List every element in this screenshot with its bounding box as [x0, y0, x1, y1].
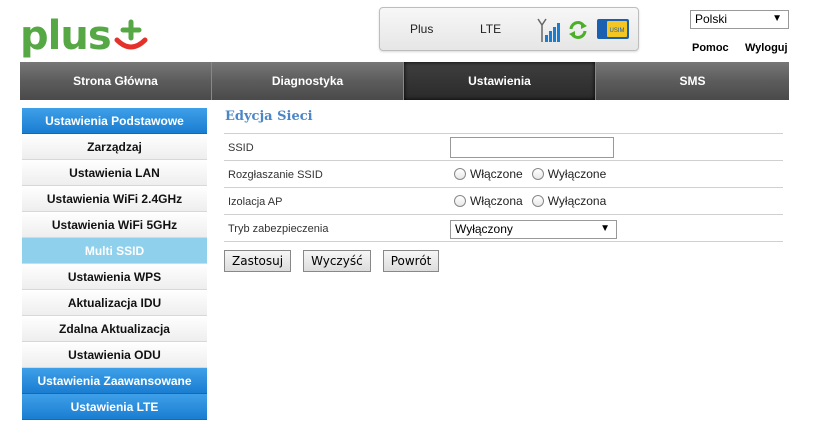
sidebar: Ustawienia Podstawowe Zarządzaj Ustawien… — [22, 108, 207, 420]
tab-diagnostics[interactable]: Diagnostyka — [212, 62, 404, 100]
chevron-down-icon: ▼ — [600, 223, 610, 234]
sidebar-item-odu[interactable]: Ustawienia ODU — [22, 342, 207, 368]
sidebar-item-multi-ssid[interactable]: Multi SSID — [22, 238, 207, 264]
isolation-on-label: Włączona — [470, 194, 523, 208]
network-type: LTE — [480, 22, 502, 36]
logout-link[interactable]: Wyloguj — [745, 42, 788, 54]
ssid-broadcast-options: Włączone Wyłączone — [454, 167, 615, 181]
language-selected: Polski — [695, 12, 728, 26]
sidebar-item-lte-settings[interactable]: Ustawienia LTE — [22, 394, 207, 420]
sidebar-item-remote-update[interactable]: Zdalna Aktualizacja — [22, 316, 207, 342]
back-button[interactable]: Powrót — [382, 250, 440, 272]
sidebar-item-wps[interactable]: Ustawienia WPS — [22, 264, 207, 290]
ssid-broadcast-row: Rozgłaszanie SSID Włączone Wyłączone — [224, 161, 783, 188]
sidebar-item-wifi-5[interactable]: Ustawienia WiFi 5GHz — [22, 212, 207, 238]
network-edit-panel: Edycja Sieci SSID Rozgłaszanie SSID Włąc… — [224, 108, 783, 272]
broadcast-off-radio[interactable] — [531, 168, 544, 180]
refresh-icon[interactable] — [567, 19, 589, 41]
page-title: Edycja Sieci — [224, 108, 783, 134]
sidebar-item-advanced-settings[interactable]: Ustawienia Zaawansowane — [22, 368, 207, 394]
ap-isolation-row: Izolacja AP Włączona Wyłączona — [224, 188, 783, 215]
sidebar-item-idu-update[interactable]: Aktualizacja IDU — [22, 290, 207, 316]
security-mode-select[interactable]: Wyłączony ▼ — [450, 220, 617, 239]
tab-sms[interactable]: SMS — [596, 62, 789, 100]
plus-logo: plus — [20, 8, 148, 56]
broadcast-off-label: Wyłączone — [547, 167, 607, 181]
ap-isolation-options: Włączona Wyłączona — [454, 194, 615, 208]
signal-icon — [535, 16, 563, 44]
tab-settings[interactable]: Ustawienia — [404, 62, 596, 100]
language-select[interactable]: Polski ▼ — [690, 10, 789, 29]
ssid-label: SSID — [228, 142, 254, 154]
sidebar-item-wifi-24[interactable]: Ustawienia WiFi 2.4GHz — [22, 186, 207, 212]
ssid-broadcast-label: Rozgłaszanie SSID — [228, 169, 323, 181]
form-buttons: Zastosuj Wyczyść Powrót — [224, 250, 451, 272]
operator-name: Plus — [410, 22, 434, 36]
broadcast-on-label: Włączone — [470, 167, 523, 181]
isolation-off-label: Wyłączona — [547, 194, 607, 208]
ssid-row: SSID — [224, 134, 783, 161]
isolation-on-radio[interactable] — [454, 195, 466, 207]
logo-text: plus — [20, 13, 112, 59]
broadcast-on-radio[interactable] — [454, 168, 466, 180]
sidebar-item-basic-settings[interactable]: Ustawienia Podstawowe — [22, 108, 207, 134]
tab-home[interactable]: Strona Główna — [20, 62, 212, 100]
ap-isolation-label: Izolacja AP — [228, 196, 283, 208]
sim-label: USIM — [610, 28, 625, 34]
main-nav: Strona Główna Diagnostyka Ustawienia SMS — [20, 62, 789, 100]
security-mode-row: Tryb zabezpieczenia Wyłączony ▼ — [224, 215, 783, 242]
clear-button[interactable]: Wyczyść — [303, 250, 371, 272]
security-mode-selected: Wyłączony — [455, 222, 513, 236]
sidebar-item-lan[interactable]: Ustawienia LAN — [22, 160, 207, 186]
ssid-input[interactable] — [450, 137, 614, 158]
connection-status-box: Plus LTE USIM — [379, 7, 639, 51]
isolation-off-radio[interactable] — [531, 195, 544, 207]
plus-logo-mark-icon — [114, 18, 148, 54]
apply-button[interactable]: Zastosuj — [224, 250, 292, 272]
sim-card-icon: USIM — [596, 18, 630, 40]
help-link[interactable]: Pomoc — [692, 42, 729, 54]
security-mode-label: Tryb zabezpieczenia — [228, 223, 329, 235]
chevron-down-icon: ▼ — [772, 13, 782, 24]
sidebar-item-manage[interactable]: Zarządzaj — [22, 134, 207, 160]
